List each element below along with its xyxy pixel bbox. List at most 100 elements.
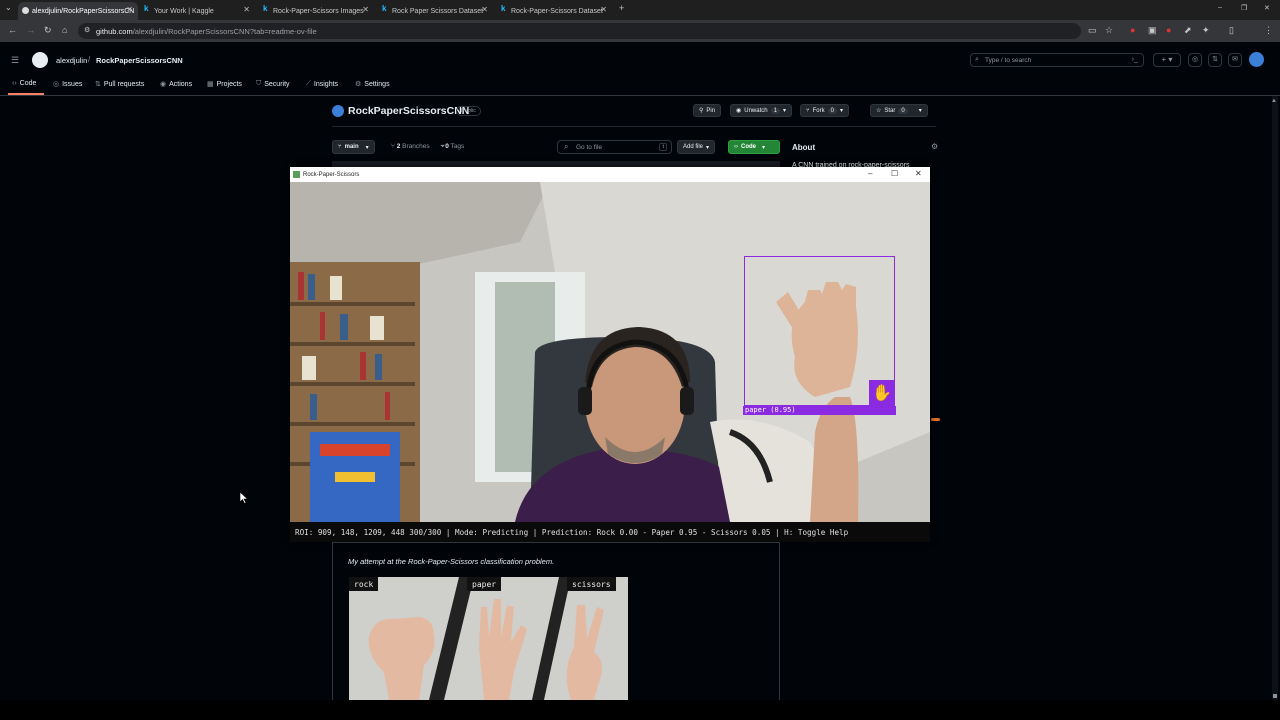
hamburger-menu-icon[interactable]: ☰: [11, 55, 19, 66]
branches-link[interactable]: ⑂ 2 Branches: [391, 143, 430, 150]
code-dropdown-button[interactable]: ‹› Code ▾: [728, 140, 780, 154]
github-search-input[interactable]: ⌕ Type / to search ›_: [970, 53, 1144, 67]
chevron-down-icon: ▾: [365, 144, 369, 151]
pull-request-icon: ⇅: [95, 81, 101, 88]
tab-label: Pull requests: [103, 80, 145, 88]
branches-count: 2: [396, 143, 401, 150]
extension-icon[interactable]: ●: [1130, 25, 1135, 35]
restore-window-icon[interactable]: ❐: [1241, 4, 1247, 12]
site-info-icon[interactable]: ⚙: [84, 26, 90, 34]
paper-hand-icon: ✋: [869, 380, 895, 406]
chevron-down-icon: ▾: [918, 108, 922, 114]
tab-issues[interactable]: ◎ Issues: [53, 80, 83, 89]
popup-minimize-button[interactable]: –: [868, 169, 872, 178]
issues-icon: ◎: [53, 81, 60, 88]
tab-security[interactable]: ⛉ Security: [256, 80, 290, 88]
unwatch-button[interactable]: ◉ Unwatch 1 ▾: [730, 104, 792, 117]
close-tab-icon[interactable]: ✕: [600, 5, 607, 14]
extensions-puzzle-icon[interactable]: ✦: [1202, 25, 1210, 36]
about-settings-gear-icon[interactable]: ⚙: [931, 142, 938, 151]
browser-menu-icon[interactable]: ⋮: [1264, 25, 1273, 36]
popup-title-bar[interactable]: Rock-Paper-Scissors – ☐ ✕: [290, 167, 930, 182]
scroll-up-icon[interactable]: ▲: [1271, 98, 1277, 104]
readme-top-border: [332, 542, 780, 543]
forward-icon[interactable]: →: [26, 25, 35, 35]
chevron-down-icon: ▾: [762, 144, 766, 151]
browser-tab-rps-images[interactable]: k Rock-Paper-Scissors Images ✕: [259, 2, 374, 20]
button-label: Unwatch: [744, 107, 768, 114]
about-heading: About: [792, 143, 816, 152]
tab-pull-requests[interactable]: ⇅ Pull requests: [95, 80, 145, 89]
shield-icon: ⛉: [256, 80, 262, 87]
extension-icon[interactable]: ●: [1166, 25, 1171, 35]
popup-maximize-button[interactable]: ☐: [891, 169, 898, 178]
scrollbar-thumb[interactable]: [1273, 694, 1277, 698]
new-tab-button[interactable]: +: [619, 3, 624, 13]
watch-count: 1: [770, 107, 780, 114]
pin-button[interactable]: ⚲ Pin: [693, 104, 722, 117]
star-button[interactable]: ☆ Star 0 ▾: [870, 104, 928, 117]
button-label: Star: [884, 107, 896, 114]
minimize-window-icon[interactable]: –: [1218, 4, 1222, 11]
tab-label: Issues: [62, 80, 83, 88]
tab-actions[interactable]: ◉ Actions: [160, 80, 192, 89]
branch-selector[interactable]: ⑂ main ▾: [332, 140, 375, 154]
github-logo-icon[interactable]: [32, 52, 48, 68]
tab-search-icon[interactable]: ⌄: [5, 3, 12, 12]
browser-tab-github[interactable]: alexdjulin/RockPaperScissorsCN ✕: [18, 2, 138, 20]
close-tab-icon[interactable]: ✕: [481, 5, 488, 14]
page-scrollbar[interactable]: [1272, 96, 1278, 700]
go-to-file-input[interactable]: ⌕ Go to file t: [557, 140, 672, 154]
extension-icon[interactable]: ▣: [1148, 25, 1157, 36]
close-tab-icon[interactable]: ✕: [243, 5, 250, 14]
close-tab-icon[interactable]: ✕: [362, 5, 369, 14]
home-icon[interactable]: ⌂: [62, 25, 67, 35]
table-icon: ▦: [207, 81, 214, 88]
repo-owner-link[interactable]: alexdjulin: [56, 56, 87, 65]
close-window-icon[interactable]: ✕: [1264, 4, 1270, 12]
close-tab-icon[interactable]: ✕: [126, 5, 133, 14]
paper-label: paper: [467, 577, 502, 591]
tab-insights[interactable]: ⟋ Insights: [306, 80, 338, 88]
mouse-cursor-icon: [240, 492, 248, 504]
fork-icon: ⑂: [806, 107, 810, 114]
graph-icon: ⟋: [306, 80, 311, 87]
webcam-feed: ✋ paper (0.95): [290, 182, 930, 522]
repo-owner-avatar[interactable]: [332, 105, 344, 117]
tab-label: Projects: [216, 80, 242, 88]
extension-icon[interactable]: ⬈: [1184, 25, 1192, 36]
repo-title[interactable]: RockPaperScissorsCNN: [348, 105, 469, 117]
side-panel-icon[interactable]: ▯: [1229, 25, 1234, 36]
tab-code[interactable]: ‹› Code: [12, 80, 36, 87]
popup-close-button[interactable]: ✕: [915, 169, 922, 178]
tab-label: Security: [264, 80, 290, 88]
tags-label: Tags: [450, 143, 465, 150]
command-palette-icon[interactable]: ›_: [1132, 56, 1138, 63]
add-file-button[interactable]: Add file ▾: [677, 140, 716, 154]
browser-tab-rps-dataset[interactable]: k Rock Paper Scissors Dataset ✕: [378, 2, 493, 20]
eye-icon: ◉: [736, 108, 742, 114]
button-label: Add file: [683, 144, 704, 150]
inbox-icon[interactable]: ✉: [1228, 53, 1242, 67]
pull-requests-icon[interactable]: ⇅: [1208, 53, 1222, 67]
bookmark-star-icon[interactable]: ☆: [1105, 25, 1113, 36]
fork-button[interactable]: ⑂ Fork 0 ▾: [800, 104, 849, 117]
tags-link[interactable]: ⏷0 Tags: [440, 143, 464, 151]
kaggle-favicon-icon: k: [501, 4, 506, 13]
tab-projects[interactable]: ▦ Projects: [207, 80, 242, 89]
cast-icon[interactable]: ▭: [1088, 25, 1097, 36]
tab-label: Insights: [313, 80, 339, 88]
tab-title: Rock-Paper-Scissors Dataset: [511, 7, 603, 15]
user-avatar[interactable]: [1249, 52, 1264, 67]
tab-settings[interactable]: ⚙ Settings: [355, 80, 390, 89]
reload-icon[interactable]: ↻: [44, 25, 52, 36]
address-bar[interactable]: ⚙ github.com/alexdjulin/RockPaperScissor…: [78, 23, 1081, 39]
browser-tab-rps-dataset-2[interactable]: k Rock-Paper-Scissors Dataset ✕: [497, 2, 612, 20]
repo-name-link[interactable]: RockPaperScissorsCNN: [96, 56, 183, 65]
browser-tab-strip: ⌄ alexdjulin/RockPaperScissorsCN ✕ k You…: [0, 0, 1280, 20]
browser-tab-kaggle[interactable]: k Your Work | Kaggle ✕: [140, 2, 255, 20]
back-icon[interactable]: ←: [8, 25, 17, 35]
code-icon: ‹›: [12, 80, 17, 87]
issues-icon[interactable]: ◎: [1188, 53, 1202, 67]
create-new-button[interactable]: + ▾: [1153, 53, 1181, 67]
